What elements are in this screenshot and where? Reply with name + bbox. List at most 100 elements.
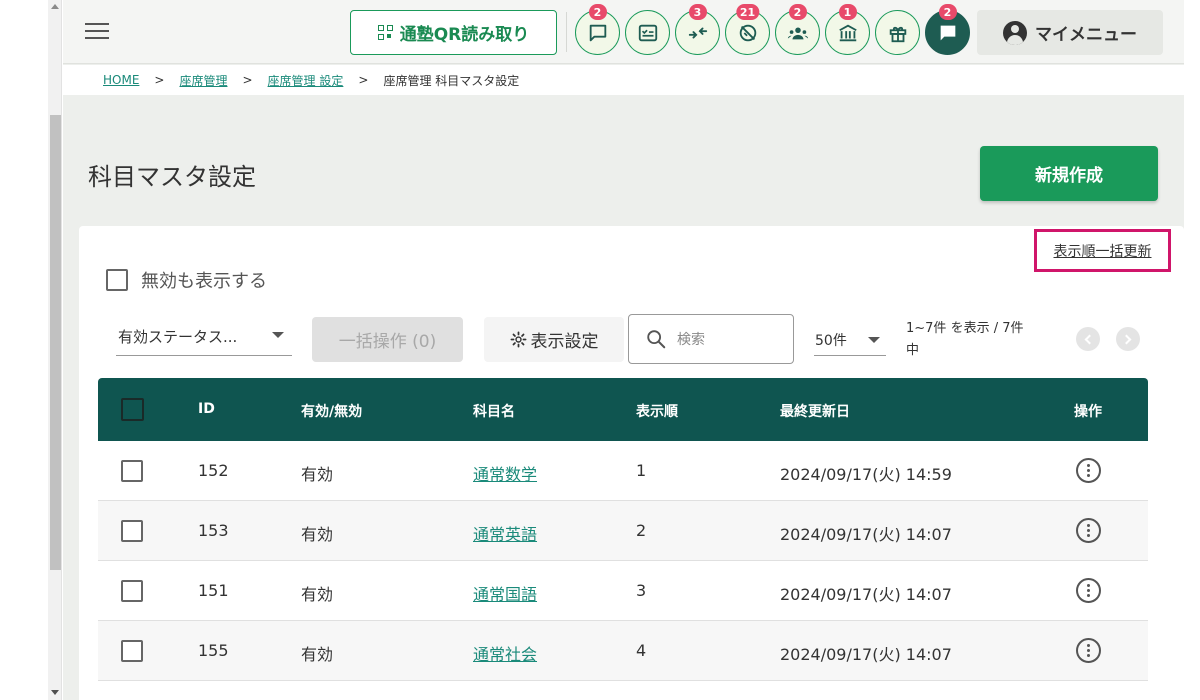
col-header-id[interactable]: ID	[198, 401, 215, 417]
cell-updated: 2024/09/17(火) 14:59	[780, 465, 952, 484]
subject-table: ID 有効/無効 科目名 表示順 最終更新日 操作 152 有効 通常数学 1 …	[98, 378, 1148, 681]
app-container: 通塾QR読み取り 2 3 21 2 1 2 マイメニュー HOME > 座席管理…	[63, 0, 1184, 700]
gear-icon	[510, 331, 526, 348]
group-badge: 2	[788, 4, 807, 20]
qr-button-label: 通塾QR読み取り	[399, 25, 530, 45]
arrows-in-button[interactable]: 3	[675, 4, 720, 55]
show-invalid-label: 無効も表示する	[141, 271, 267, 292]
more-options-icon[interactable]	[1076, 638, 1101, 663]
chat-icon	[940, 25, 955, 40]
qr-scan-button[interactable]: 通塾QR読み取り	[350, 10, 557, 55]
cell-id: 152	[198, 461, 229, 480]
more-options-icon[interactable]	[1076, 458, 1101, 483]
breadcrumb-seat-link[interactable]: 座席管理	[179, 72, 227, 89]
cell-updated: 2024/09/17(火) 14:07	[780, 645, 952, 664]
group-button[interactable]: 2	[775, 4, 820, 55]
per-page-select[interactable]: 50件	[814, 324, 886, 356]
gift-button[interactable]	[875, 10, 920, 55]
cell-id: 155	[198, 641, 229, 660]
school-badge: 1	[838, 4, 857, 20]
breadcrumb-seat-settings-link[interactable]: 座席管理 設定	[268, 72, 344, 89]
school-icon	[838, 24, 857, 41]
page-title: 科目マスタ設定	[88, 163, 256, 191]
table-row: 152 有効 通常数学 1 2024/09/17(火) 14:59	[98, 441, 1148, 501]
scroll-down-arrow-icon[interactable]	[51, 690, 59, 695]
bulk-operation-button[interactable]: 一括操作 (0)	[312, 317, 463, 362]
cell-updated: 2024/09/17(火) 14:07	[780, 585, 952, 604]
breadcrumb-separator: >	[154, 73, 165, 87]
gift-icon	[889, 26, 906, 42]
chevron-left-icon	[1084, 334, 1095, 344]
checklist-button[interactable]	[625, 10, 670, 55]
row-checkbox[interactable]	[121, 580, 143, 602]
chevron-right-icon	[1121, 334, 1132, 344]
prev-page-button[interactable]	[1076, 327, 1100, 351]
top-header: 通塾QR読み取り 2 3 21 2 1 2 マイメニュー	[63, 0, 1184, 64]
account-circle-icon	[1003, 20, 1027, 45]
header-divider	[566, 12, 567, 52]
next-page-button[interactable]	[1116, 327, 1140, 351]
bulk-order-highlight-box: 表示順一括更新	[1034, 229, 1171, 272]
table-row: 155 有効 通常社会 4 2024/09/17(火) 14:07	[98, 621, 1148, 681]
group-icon	[787, 27, 808, 39]
breadcrumb-current: 座席管理 科目マスタ設定	[383, 73, 520, 88]
row-checkbox[interactable]	[121, 460, 143, 482]
chat-badge: 2	[938, 4, 957, 20]
message-button[interactable]: 2	[575, 4, 620, 55]
cell-order: 4	[636, 641, 647, 660]
cell-order: 2	[636, 521, 647, 540]
my-menu-button[interactable]: マイメニュー	[977, 10, 1163, 55]
cell-status: 有効	[301, 645, 334, 664]
cell-subject-link[interactable]: 通常数学	[473, 461, 537, 485]
cell-status: 有効	[301, 585, 334, 604]
no-check-button[interactable]: 21	[725, 4, 770, 55]
show-invalid-checkbox[interactable]	[106, 269, 128, 291]
select-all-checkbox[interactable]	[121, 398, 144, 421]
no-check-icon	[739, 24, 756, 41]
breadcrumb-home-link[interactable]: HOME	[103, 73, 139, 87]
breadcrumb-separator: >	[242, 73, 253, 87]
cell-subject-link[interactable]: 通常国語	[473, 581, 537, 605]
col-header-updated[interactable]: 最終更新日	[780, 401, 850, 421]
message-icon	[589, 24, 606, 41]
display-settings-button[interactable]: 表示設定	[484, 317, 624, 362]
cell-id: 153	[198, 521, 229, 540]
per-page-value: 50件	[815, 332, 847, 349]
bulk-order-update-link[interactable]: 表示順一括更新	[1054, 241, 1152, 261]
left-blank-area	[0, 0, 48, 700]
arrows-in-icon	[688, 26, 707, 38]
chevron-down-icon	[272, 332, 284, 338]
cell-order: 1	[636, 461, 647, 480]
qr-code-icon	[377, 24, 394, 41]
search-input[interactable]: 検索	[628, 314, 794, 364]
cell-subject-link[interactable]: 通常社会	[473, 641, 537, 665]
cell-subject-link[interactable]: 通常英語	[473, 521, 537, 545]
more-options-icon[interactable]	[1076, 518, 1101, 543]
search-icon	[647, 330, 666, 349]
table-header: ID 有効/無効 科目名 表示順 最終更新日 操作	[98, 378, 1148, 441]
chat-button[interactable]: 2	[925, 4, 970, 55]
arrows-in-badge: 3	[688, 4, 707, 20]
col-header-name[interactable]: 科目名	[473, 401, 515, 421]
new-create-button[interactable]: 新規作成	[980, 146, 1158, 201]
scroll-up-arrow-icon[interactable]	[51, 4, 59, 9]
row-checkbox[interactable]	[121, 640, 143, 662]
display-settings-label: 表示設定	[530, 332, 599, 352]
more-options-icon[interactable]	[1076, 578, 1101, 603]
cell-updated: 2024/09/17(火) 14:07	[780, 525, 952, 544]
col-header-status[interactable]: 有効/無効	[301, 401, 362, 421]
cell-id: 151	[198, 581, 229, 600]
row-checkbox[interactable]	[121, 520, 143, 542]
scrollbar-thumb[interactable]	[50, 115, 61, 570]
cell-status: 有効	[301, 525, 334, 544]
status-filter-select[interactable]: 有効ステータス...	[116, 318, 292, 356]
hamburger-menu-icon[interactable]	[85, 22, 109, 40]
checklist-icon	[638, 24, 657, 41]
breadcrumb: HOME > 座席管理 > 座席管理 設定 > 座席管理 科目マスタ設定	[63, 65, 1184, 95]
breadcrumb-separator: >	[358, 73, 369, 87]
col-header-order[interactable]: 表示順	[636, 401, 678, 421]
table-row: 153 有効 通常英語 2 2024/09/17(火) 14:07	[98, 501, 1148, 561]
show-invalid-toggle[interactable]: 無効も表示する	[106, 267, 267, 293]
search-placeholder: 検索	[677, 332, 705, 348]
school-button[interactable]: 1	[825, 4, 870, 55]
